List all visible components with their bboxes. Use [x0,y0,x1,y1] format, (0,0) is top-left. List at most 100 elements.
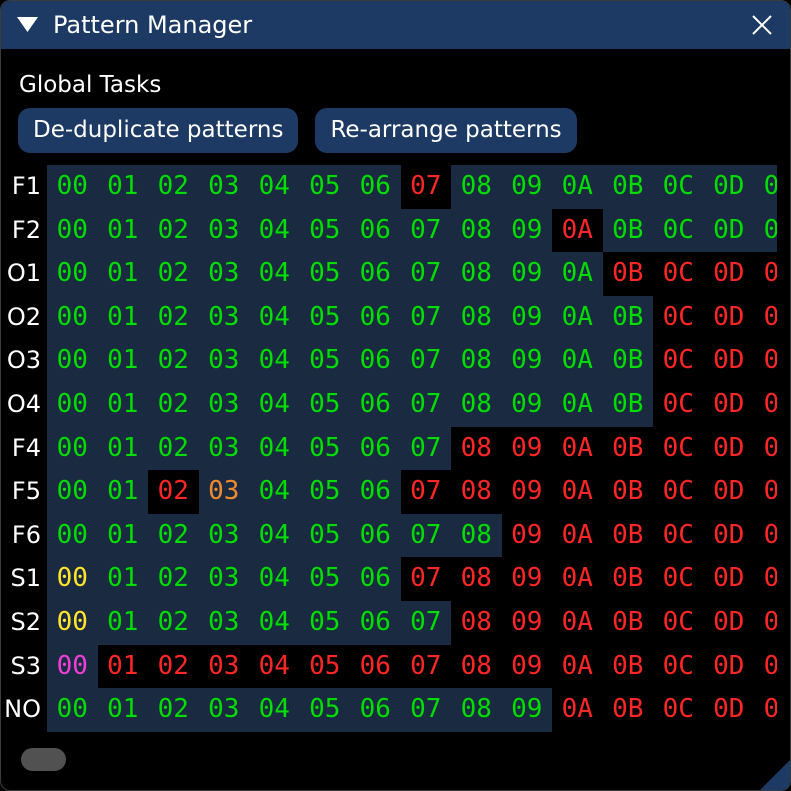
pattern-cell[interactable]: 02 [148,645,199,689]
pattern-cell[interactable]: 00 [47,514,98,558]
pattern-cell[interactable]: 05 [300,296,351,340]
pattern-cell[interactable]: 0B [603,252,654,296]
pattern-cell[interactable]: 0B [603,296,654,340]
pattern-cell[interactable]: 07 [401,514,452,558]
pattern-cell[interactable]: 01 [98,557,149,601]
pattern-cell[interactable]: 08 [451,427,502,471]
pattern-cell[interactable]: 00 [47,339,98,383]
pattern-cell[interactable]: 0C [653,470,704,514]
pattern-cell[interactable]: 05 [300,514,351,558]
pattern-cell[interactable]: 09 [502,165,553,209]
pattern-cell[interactable]: 00 [47,296,98,340]
pattern-cell[interactable]: 06 [350,601,401,645]
pattern-cell[interactable]: 03 [199,339,250,383]
pattern-cell[interactable]: 0D [704,688,755,732]
pattern-cell[interactable]: 0B [603,470,654,514]
pattern-cell[interactable]: 05 [300,165,351,209]
pattern-cell[interactable]: 0C [653,209,704,253]
pattern-cell[interactable]: 00 [47,601,98,645]
pattern-cell[interactable]: 05 [300,645,351,689]
pattern-cell[interactable]: 0C [653,427,704,471]
pattern-cell[interactable]: 0C [653,296,704,340]
pattern-cell[interactable]: 0B [603,209,654,253]
pattern-cell[interactable]: 0E [754,557,777,601]
pattern-cell[interactable]: 0D [704,601,755,645]
pattern-cell[interactable]: 0C [653,252,704,296]
pattern-cell[interactable]: 04 [249,601,300,645]
pattern-cell[interactable]: 05 [300,557,351,601]
pattern-cell[interactable]: 05 [300,252,351,296]
pattern-cell[interactable]: 04 [249,514,300,558]
horizontal-scrollbar-thumb[interactable] [21,748,66,771]
pattern-cell[interactable]: 0A [552,252,603,296]
pattern-cell[interactable]: 0D [704,557,755,601]
pattern-cell[interactable]: 00 [47,383,98,427]
pattern-cell[interactable]: 01 [98,296,149,340]
pattern-cell[interactable]: 06 [350,296,401,340]
pattern-cell[interactable]: 01 [98,688,149,732]
pattern-cell[interactable]: 08 [451,252,502,296]
pattern-cell[interactable]: 02 [148,557,199,601]
pattern-cell[interactable]: 00 [47,557,98,601]
pattern-cell[interactable]: 03 [199,470,250,514]
pattern-cell[interactable]: 0D [704,427,755,471]
pattern-cell[interactable]: 08 [451,470,502,514]
pattern-cell[interactable]: 05 [300,688,351,732]
pattern-cell[interactable]: 03 [199,383,250,427]
rearrange-patterns-button[interactable]: Re-arrange patterns [315,108,576,153]
pattern-cell[interactable]: 06 [350,645,401,689]
pattern-cell[interactable]: 0A [552,427,603,471]
pattern-cell[interactable]: 06 [350,383,401,427]
pattern-cell[interactable]: 0B [603,645,654,689]
pattern-cell[interactable]: 0B [603,688,654,732]
pattern-cell[interactable]: 0E [754,645,777,689]
pattern-cell[interactable]: 04 [249,470,300,514]
pattern-cell[interactable]: 07 [401,209,452,253]
pattern-cell[interactable]: 02 [148,688,199,732]
pattern-cell[interactable]: 09 [502,252,553,296]
pattern-cell[interactable]: 05 [300,383,351,427]
pattern-cell[interactable]: 08 [451,296,502,340]
pattern-cell[interactable]: 08 [451,165,502,209]
pattern-cell[interactable]: 02 [148,252,199,296]
pattern-cell[interactable]: 0E [754,209,777,253]
pattern-cell[interactable]: 02 [148,470,199,514]
pattern-cell[interactable]: 01 [98,514,149,558]
pattern-cell[interactable]: 02 [148,601,199,645]
pattern-cell[interactable]: 04 [249,427,300,471]
titlebar[interactable]: Pattern Manager [1,1,790,49]
pattern-cell[interactable]: 06 [350,165,401,209]
pattern-cell[interactable]: 03 [199,209,250,253]
pattern-cell[interactable]: 01 [98,339,149,383]
pattern-cell[interactable]: 00 [47,688,98,732]
pattern-cell[interactable]: 0A [552,383,603,427]
pattern-cell[interactable]: 06 [350,209,401,253]
pattern-cell[interactable]: 04 [249,339,300,383]
pattern-cell[interactable]: 08 [451,688,502,732]
pattern-cell[interactable]: 0A [552,601,603,645]
pattern-cell[interactable]: 08 [451,645,502,689]
pattern-cell[interactable]: 0B [603,165,654,209]
pattern-cell[interactable]: 06 [350,339,401,383]
pattern-cell[interactable]: 03 [199,688,250,732]
pattern-cell[interactable]: 0D [704,645,755,689]
pattern-cell[interactable]: 05 [300,339,351,383]
pattern-cell[interactable]: 00 [47,209,98,253]
pattern-cell[interactable]: 09 [502,557,553,601]
pattern-cell[interactable]: 03 [199,601,250,645]
pattern-cell[interactable]: 02 [148,383,199,427]
pattern-cell[interactable]: 0B [603,427,654,471]
pattern-cell[interactable]: 01 [98,470,149,514]
pattern-cell[interactable]: 0D [704,339,755,383]
pattern-cell[interactable]: 07 [401,383,452,427]
pattern-cell[interactable]: 05 [300,209,351,253]
pattern-cell[interactable]: 0D [704,514,755,558]
pattern-cell[interactable]: 0A [552,688,603,732]
pattern-cell[interactable]: 07 [401,470,452,514]
pattern-cell[interactable]: 0D [704,296,755,340]
collapse-arrow-icon[interactable] [17,17,38,33]
pattern-cell[interactable]: 03 [199,557,250,601]
pattern-cell[interactable]: 04 [249,165,300,209]
pattern-cell[interactable]: 0A [552,470,603,514]
pattern-cell[interactable]: 00 [47,165,98,209]
